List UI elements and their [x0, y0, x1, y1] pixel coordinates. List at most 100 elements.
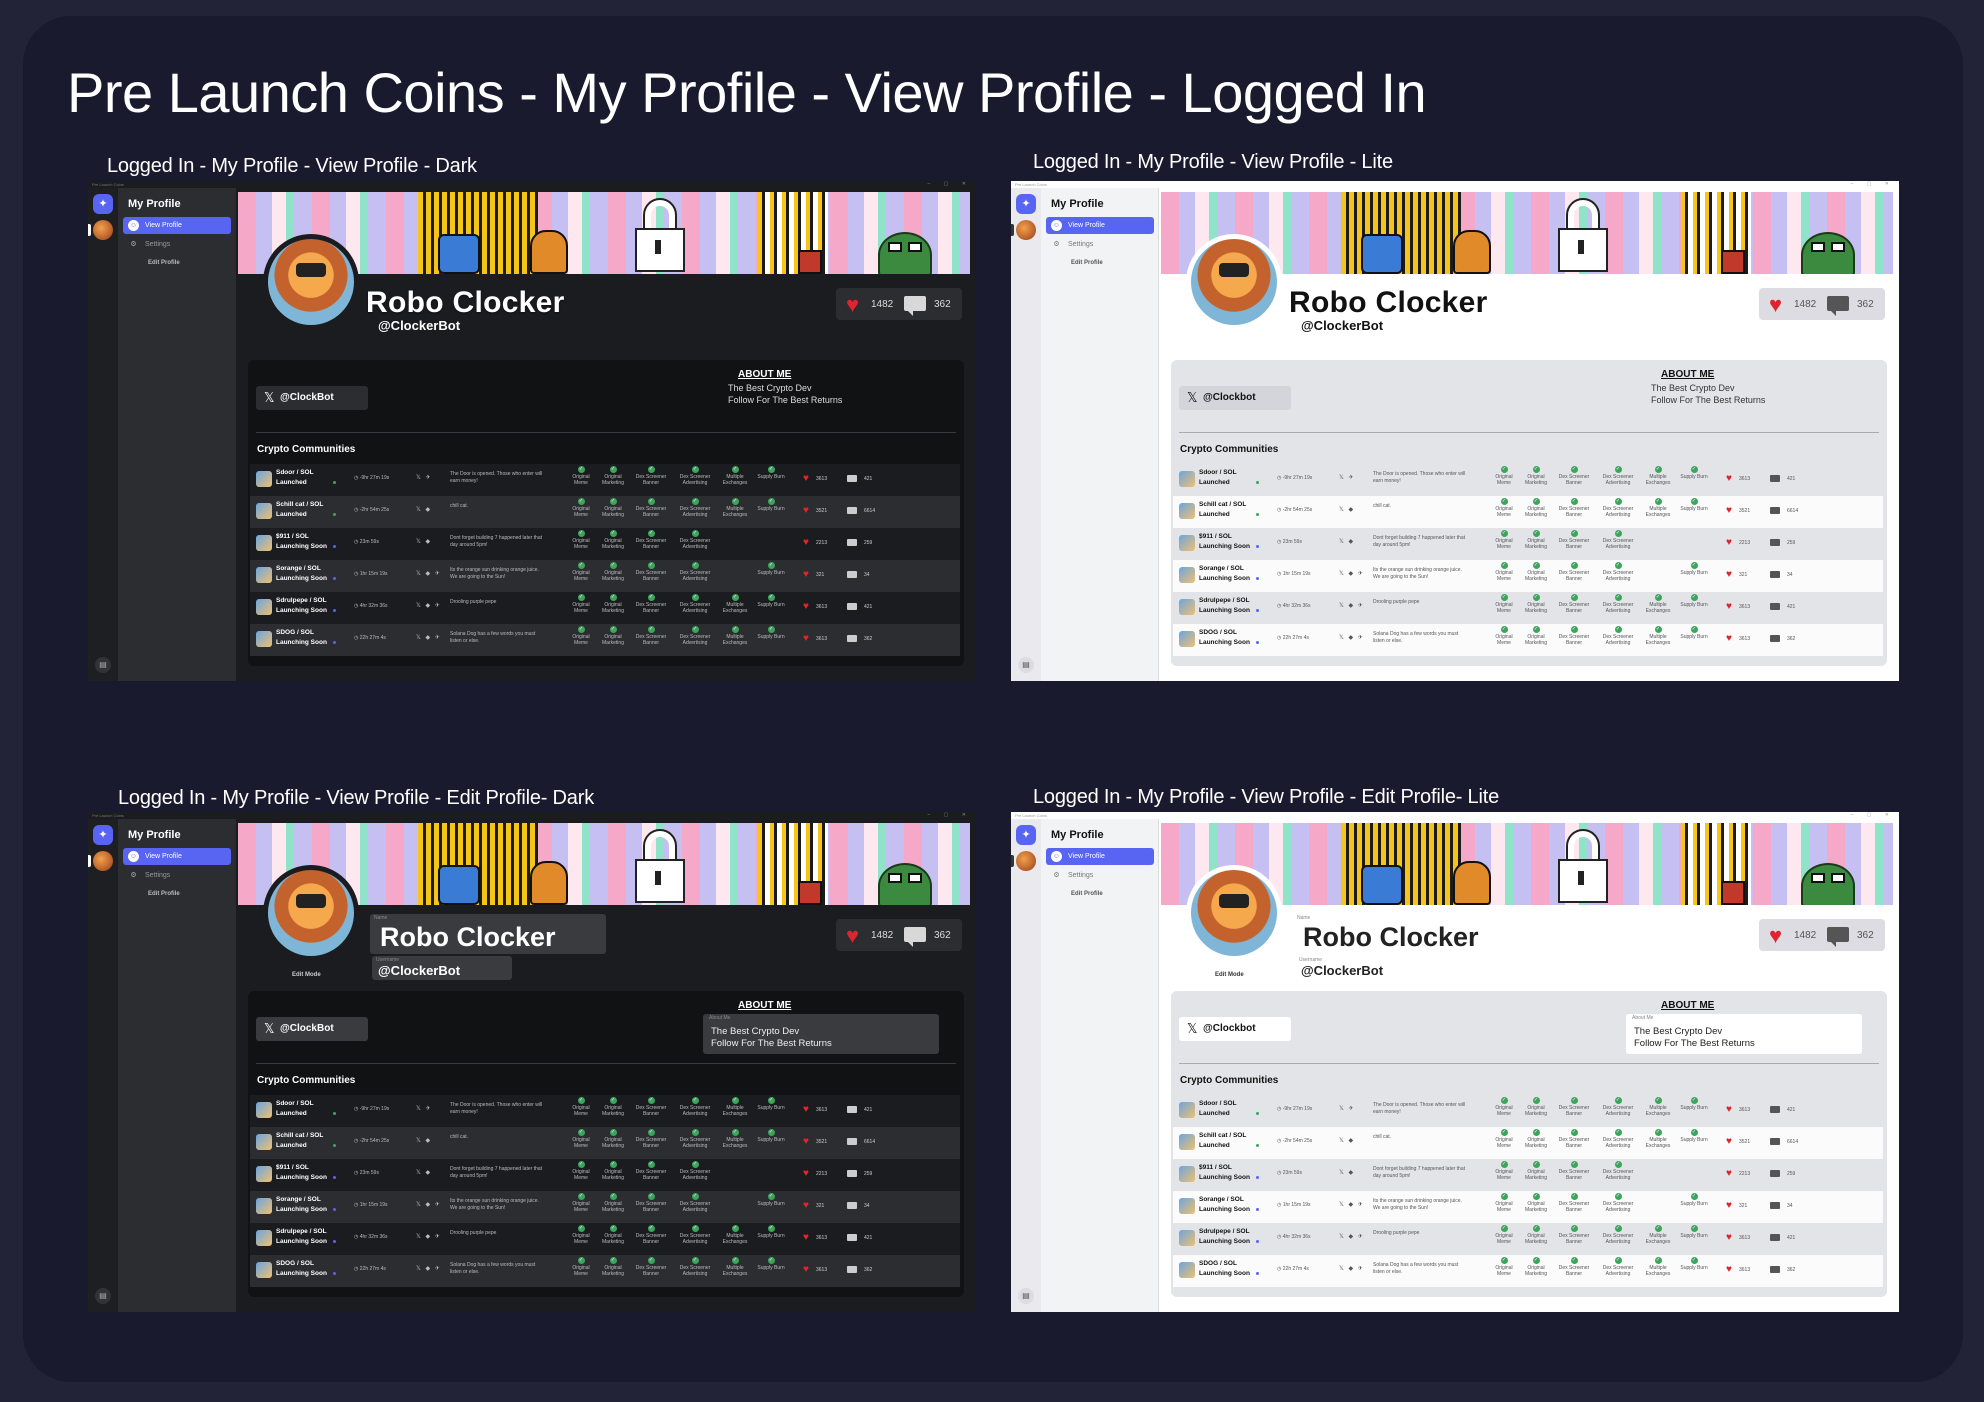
social-icons[interactable]: 𝕏 ✈	[1339, 1105, 1355, 1112]
heart-icon[interactable]: ♥	[1726, 1265, 1732, 1275]
heart-icon[interactable]: ♥	[1726, 538, 1732, 548]
comment-icon[interactable]	[847, 1138, 857, 1145]
table-row[interactable]: Schill cat / SOL Launched ◷ -2hr 54m 25s 𝕏 …	[250, 1127, 960, 1159]
heart-icon[interactable]: ♥	[803, 538, 809, 548]
social-icons[interactable]: 𝕏 ◆ ✈	[416, 1201, 441, 1208]
avatar[interactable]	[1016, 220, 1036, 240]
table-row[interactable]: Sdoor / SOL Launched ◷ -9hr 27m 19s 𝕏 ✈ The …	[250, 1095, 960, 1127]
comment-icon[interactable]	[1770, 571, 1780, 578]
heart-icon[interactable]: ♥	[803, 1137, 809, 1147]
social-icons[interactable]: 𝕏 ◆ ✈	[416, 1233, 441, 1240]
heart-icon[interactable]: ♥	[803, 1265, 809, 1275]
comment-icon[interactable]	[1770, 1138, 1780, 1145]
table-row[interactable]: $911 / SOL Launching Soon ◷ 23m 59s 𝕏 ◆ Dont…	[250, 528, 960, 560]
heart-icon[interactable]: ♥	[803, 1201, 809, 1211]
compass-icon[interactable]: ✦	[1016, 825, 1036, 845]
comment-icon[interactable]	[847, 1202, 857, 1209]
compass-icon[interactable]: ✦	[93, 825, 113, 845]
comment-icon[interactable]	[847, 635, 857, 642]
comment-icon[interactable]	[1827, 296, 1849, 316]
social-icons[interactable]: 𝕏 ◆	[1339, 538, 1355, 545]
heart-icon[interactable]: ♥	[1726, 474, 1732, 484]
comment-icon[interactable]	[847, 1106, 857, 1113]
comment-icon[interactable]	[847, 1234, 857, 1241]
window-controls[interactable]: – ▢ ✕	[928, 812, 972, 819]
heart-icon[interactable]: ♥	[1726, 570, 1732, 580]
sidebar-item-settings[interactable]: ⚙ Settings	[123, 236, 231, 253]
username-field[interactable]: Username @ClockerBot	[1295, 956, 1435, 980]
about-field[interactable]: About Me The Best Crypto Dev Follow For …	[1626, 1014, 1862, 1054]
table-row[interactable]: Sorange / SOL Launching Soon ◷ 1hr 15m 19s…	[250, 560, 960, 592]
table-row[interactable]: Schill cat / SOL Launched ◷ -2hr 54m 25s 𝕏 …	[1173, 496, 1883, 528]
heart-icon[interactable]: ♥	[1726, 1137, 1732, 1147]
sidebar-item-view-profile[interactable]: ☺ View Profile	[1046, 217, 1154, 234]
comment-icon[interactable]	[847, 539, 857, 546]
heart-icon[interactable]: ♥	[1769, 925, 1782, 947]
avatar[interactable]	[1016, 851, 1036, 871]
social-icons[interactable]: 𝕏 ◆ ✈	[416, 570, 441, 577]
x-handle-field[interactable]: 𝕏 @ClockBot	[256, 386, 368, 410]
heart-icon[interactable]: ♥	[803, 1105, 809, 1115]
heart-icon[interactable]: ♥	[1726, 1233, 1732, 1243]
heart-icon[interactable]: ♥	[1726, 602, 1732, 612]
social-icons[interactable]: 𝕏 ◆ ✈	[1339, 570, 1364, 577]
social-icons[interactable]: 𝕏 ◆ ✈	[1339, 634, 1364, 641]
name-field[interactable]: Name Robo Clocker	[1293, 914, 1529, 954]
x-handle-field[interactable]: 𝕏 @Clockbot	[1179, 1017, 1291, 1041]
sidebar-item-view-profile[interactable]: ☺ View Profile	[1046, 848, 1154, 865]
x-handle-field[interactable]: 𝕏 @Clockbot	[1179, 386, 1291, 410]
sidebar-item-view-profile[interactable]: ☺ View Profile	[123, 217, 231, 234]
table-row[interactable]: $911 / SOL Launching Soon ◷ 23m 59s 𝕏 ◆ Dont…	[1173, 528, 1883, 560]
about-field[interactable]: About Me The Best Crypto Dev Follow For …	[703, 1014, 939, 1054]
edit-profile-link[interactable]: Edit Profile	[1071, 260, 1103, 266]
social-icons[interactable]: 𝕏 ◆ ✈	[416, 634, 441, 641]
social-icons[interactable]: 𝕏 ◆	[1339, 1169, 1355, 1176]
comment-icon[interactable]	[1770, 1234, 1780, 1241]
table-row[interactable]: Sorange / SOL Launching Soon ◷ 1hr 15m 19s…	[1173, 1191, 1883, 1223]
heart-icon[interactable]: ♥	[803, 602, 809, 612]
comment-icon[interactable]	[1770, 475, 1780, 482]
compass-icon[interactable]: ✦	[1016, 194, 1036, 214]
table-row[interactable]: $911 / SOL Launching Soon ◷ 23m 59s 𝕏 ◆ Dont…	[250, 1159, 960, 1191]
comment-icon[interactable]	[847, 507, 857, 514]
wallet-icon[interactable]: ▤	[95, 1288, 111, 1304]
table-row[interactable]: Sdoor / SOL Launched ◷ -9hr 27m 19s 𝕏 ✈ The …	[1173, 1095, 1883, 1127]
social-icons[interactable]: 𝕏 ◆ ✈	[1339, 1201, 1364, 1208]
heart-icon[interactable]: ♥	[1726, 1201, 1732, 1211]
social-icons[interactable]: 𝕏 ✈	[416, 1105, 432, 1112]
avatar[interactable]	[93, 220, 113, 240]
heart-icon[interactable]: ♥	[803, 570, 809, 580]
table-row[interactable]: Sdoor / SOL Launched ◷ -9hr 27m 19s 𝕏 ✈ The …	[1173, 464, 1883, 496]
table-row[interactable]: Sdoor / SOL Launched ◷ -9hr 27m 19s 𝕏 ✈ The …	[250, 464, 960, 496]
comment-icon[interactable]	[847, 1266, 857, 1273]
wallet-icon[interactable]: ▤	[1018, 1288, 1034, 1304]
comment-icon[interactable]	[847, 603, 857, 610]
comment-icon[interactable]	[1770, 635, 1780, 642]
social-icons[interactable]: 𝕏 ◆ ✈	[416, 1265, 441, 1272]
heart-icon[interactable]: ♥	[846, 925, 859, 947]
sidebar-item-settings[interactable]: ⚙ Settings	[1046, 236, 1154, 253]
comment-icon[interactable]	[847, 475, 857, 482]
social-icons[interactable]: 𝕏 ◆	[416, 1169, 432, 1176]
x-handle-field[interactable]: 𝕏 @ClockBot	[256, 1017, 368, 1041]
social-icons[interactable]: 𝕏 ◆	[416, 1137, 432, 1144]
comment-icon[interactable]	[1770, 1170, 1780, 1177]
social-icons[interactable]: 𝕏 ◆ ✈	[1339, 1265, 1364, 1272]
window-controls[interactable]: – ▢ ✕	[1851, 181, 1895, 188]
table-row[interactable]: Sorange / SOL Launching Soon ◷ 1hr 15m 19s…	[250, 1191, 960, 1223]
name-field[interactable]: Name Robo Clocker	[370, 914, 606, 954]
heart-icon[interactable]: ♥	[803, 1169, 809, 1179]
comment-icon[interactable]	[1770, 1202, 1780, 1209]
window-controls[interactable]: – ▢ ✕	[928, 181, 972, 188]
social-icons[interactable]: 𝕏 ◆ ✈	[1339, 1233, 1364, 1240]
comment-icon[interactable]	[1770, 539, 1780, 546]
table-row[interactable]: $911 / SOL Launching Soon ◷ 23m 59s 𝕏 ◆ Dont…	[1173, 1159, 1883, 1191]
edit-profile-link[interactable]: Edit Profile	[148, 891, 180, 897]
table-row[interactable]: Schill cat / SOL Launched ◷ -2hr 54m 25s 𝕏 …	[250, 496, 960, 528]
heart-icon[interactable]: ♥	[846, 294, 859, 316]
social-icons[interactable]: 𝕏 ✈	[1339, 474, 1355, 481]
edit-profile-link[interactable]: Edit Profile	[148, 260, 180, 266]
heart-icon[interactable]: ♥	[803, 506, 809, 516]
social-icons[interactable]: 𝕏 ◆ ✈	[1339, 602, 1364, 609]
heart-icon[interactable]: ♥	[1726, 506, 1732, 516]
